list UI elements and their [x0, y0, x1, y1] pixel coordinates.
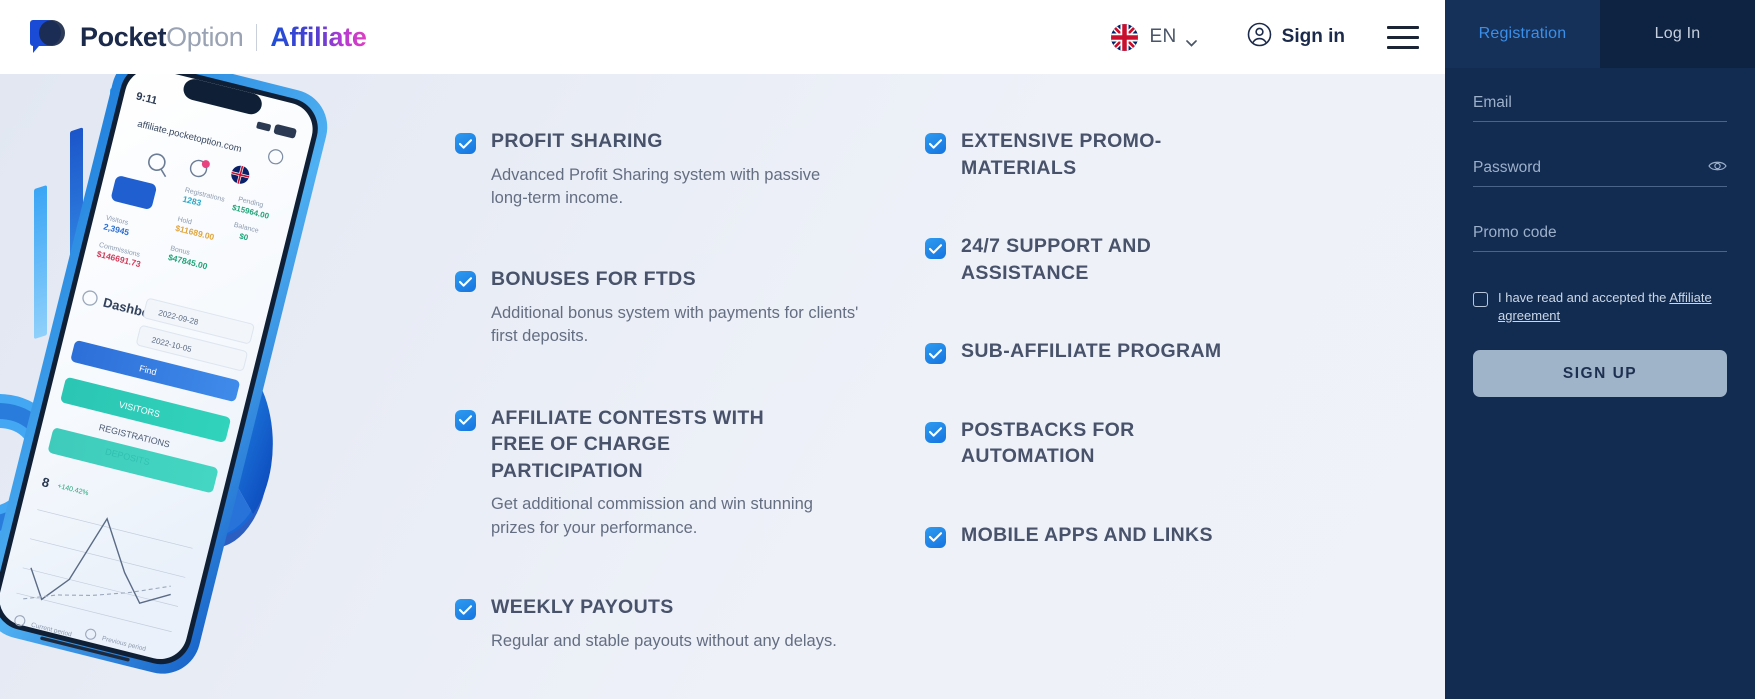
- email-input[interactable]: [1473, 94, 1727, 122]
- feature-item: POSTBACKS FOR AUTOMATION: [925, 417, 1355, 470]
- feature-item: WEEKLY PAYOUTS Regular and stable payout…: [455, 594, 885, 653]
- sign-in-button[interactable]: Sign in: [1239, 16, 1353, 58]
- terms-text-before: I have read and accepted the: [1498, 290, 1670, 305]
- terms-text: I have read and accepted the Affiliate a…: [1498, 289, 1727, 324]
- auth-tabs: Registration Log In: [1445, 0, 1755, 68]
- feature-title: WEEKLY PAYOUTS: [491, 596, 674, 619]
- check-icon: [925, 238, 946, 260]
- main-content: 9:11 affiliate.pocketoption.com Registra…: [0, 74, 1445, 699]
- check-icon: [925, 421, 946, 443]
- brand-name-primary: Pocket: [80, 21, 167, 52]
- burger-bar: [1387, 25, 1419, 29]
- password-input[interactable]: [1473, 159, 1727, 187]
- feature-title: 24/7 SUPPORT AND ASSISTANCE: [961, 235, 1152, 284]
- hamburger-menu-icon[interactable]: [1387, 20, 1419, 55]
- user-circle-icon: [1247, 22, 1272, 52]
- sign-in-label: Sign in: [1281, 26, 1345, 47]
- feature-column-left: PROFIT SHARING Advanced Profit Sharing s…: [455, 74, 885, 699]
- feature-item: PROFIT SHARING Advanced Profit Sharing s…: [455, 128, 885, 210]
- feature-item: BONUSES FOR FTDS Additional bonus system…: [455, 266, 885, 348]
- logo-divider: [256, 23, 258, 51]
- email-field-wrap: [1473, 94, 1727, 122]
- chevron-down-icon: [1185, 34, 1197, 47]
- feature-title: SUB-AFFILIATE PROGRAM: [961, 340, 1222, 363]
- check-icon: [455, 409, 476, 431]
- language-selector[interactable]: EN: [1103, 18, 1204, 57]
- brand-name-secondary: Option: [166, 21, 244, 52]
- feature-item: AFFILIATE CONTESTS WITH FREE OF CHARGE P…: [455, 405, 885, 540]
- terms-row: I have read and accepted the Affiliate a…: [1473, 289, 1727, 324]
- auth-panel: Registration Log In Email Promo code I h…: [1445, 0, 1755, 699]
- feature-list: PROFIT SHARING Advanced Profit Sharing s…: [455, 74, 1415, 699]
- burger-bar: [1387, 45, 1419, 49]
- promo-code-input[interactable]: [1473, 224, 1727, 252]
- feature-description: Advanced Profit Sharing system with pass…: [491, 165, 821, 207]
- feature-title: AFFILIATE CONTESTS WITH FREE OF CHARGE P…: [491, 406, 765, 482]
- feature-item: SUB-AFFILIATE PROGRAM: [925, 338, 1355, 365]
- password-field-wrap: [1473, 159, 1727, 187]
- feature-item: MOBILE APPS AND LINKS: [925, 522, 1355, 549]
- feature-title: MOBILE APPS AND LINKS: [961, 523, 1213, 546]
- check-icon: [925, 526, 946, 548]
- affiliate-dashboard-phone-illustration: 9:11 affiliate.pocketoption.com Registra…: [0, 74, 350, 699]
- feature-description: Get additional commission and win stunni…: [491, 495, 813, 537]
- check-icon: [455, 599, 476, 621]
- eye-icon[interactable]: [1708, 159, 1727, 178]
- feature-column-right: EXTENSIVE PROMO-MATERIALS 24/7 SUPPORT A…: [925, 74, 1355, 699]
- affiliate-landing-page: Pocket Option Affiliate EN Sign in 9:11 …: [0, 0, 1755, 699]
- burger-bar: [1387, 35, 1419, 39]
- terms-checkbox[interactable]: [1473, 292, 1488, 307]
- uk-flag-icon: [1111, 23, 1139, 51]
- site-header: Pocket Option Affiliate EN Sign in: [0, 0, 1445, 74]
- feature-description: Regular and stable payouts without any d…: [491, 631, 837, 650]
- feature-title: EXTENSIVE PROMO-MATERIALS: [961, 130, 1162, 179]
- feature-item: 24/7 SUPPORT AND ASSISTANCE: [925, 233, 1355, 286]
- check-icon: [925, 343, 946, 365]
- registration-form: I have read and accepted the Affiliate a…: [1445, 68, 1755, 398]
- pocket-option-logo-icon: [28, 20, 70, 54]
- brand-logo[interactable]: Pocket Option Affiliate: [28, 20, 367, 54]
- header-actions: EN Sign in: [1103, 16, 1419, 58]
- feature-item: EXTENSIVE PROMO-MATERIALS: [925, 128, 1355, 181]
- feature-title: BONUSES FOR FTDS: [491, 268, 696, 291]
- feature-title: PROFIT SHARING: [491, 130, 663, 152]
- feature-title: POSTBACKS FOR AUTOMATION: [961, 418, 1135, 468]
- check-icon: [455, 133, 476, 154]
- check-icon: [455, 271, 476, 293]
- promo-field-wrap: [1473, 224, 1727, 252]
- check-icon: [925, 133, 946, 154]
- tab-registration[interactable]: Registration: [1445, 0, 1600, 68]
- feature-description: Additional bonus system with payments fo…: [491, 303, 859, 346]
- tab-login[interactable]: Log In: [1600, 0, 1755, 68]
- sign-up-button[interactable]: SIGN UP: [1473, 350, 1727, 398]
- language-code: EN: [1149, 26, 1177, 47]
- brand-suffix: Affiliate: [270, 21, 367, 52]
